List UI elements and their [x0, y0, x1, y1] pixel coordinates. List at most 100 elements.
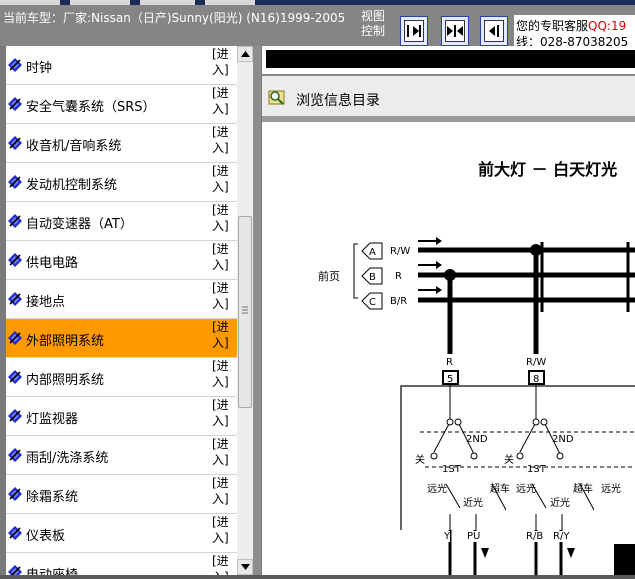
menu-item-14[interactable]: 电动座椅 [进入]: [6, 553, 237, 575]
diamond-bullet-icon: [8, 292, 22, 306]
expand-horizontal-icon: [447, 25, 463, 37]
diamond-bullet-icon: [8, 370, 22, 384]
connector-c: C: [369, 297, 376, 308]
menu-item-8[interactable]: 外部照明系统 [进入]: [6, 319, 237, 358]
menu-item-10[interactable]: 灯监视器 [进入]: [6, 397, 237, 436]
beam-label-3: 远光: [516, 482, 536, 495]
enter-link[interactable]: [进入]: [212, 319, 236, 351]
service-qq[interactable]: QQ:19: [588, 19, 626, 33]
enter-link[interactable]: [进入]: [212, 397, 236, 429]
beam-label-1: 远光: [427, 482, 447, 495]
menu-item-label: 时钟: [26, 61, 53, 76]
menu-item-12[interactable]: 除霜系统 [进入]: [6, 475, 237, 514]
menu-item-9[interactable]: 内部照明系统 [进入]: [6, 358, 237, 397]
diamond-bullet-icon: [8, 331, 22, 345]
menu-item-5[interactable]: 自动变速器（AT） [进入]: [6, 202, 237, 241]
menu-item-2[interactable]: 安全气囊系统（SRS） [进入]: [6, 85, 237, 124]
service-text: 您的专职客服: [516, 19, 589, 33]
wire-label-br: B/R: [390, 296, 407, 307]
diamond-bullet-icon: [8, 409, 22, 423]
diamond-bullet-icon: [8, 487, 22, 501]
menu-item-label: 外部照明系统: [26, 334, 105, 349]
diamond-bullet-icon: [8, 58, 22, 72]
connector-b: B: [369, 272, 376, 283]
window-top-strip: [0, 0, 635, 5]
enter-link[interactable]: [进入]: [212, 436, 236, 468]
document-viewer: 浏览信息目录 前大灯 － 白天灯光 前页 A B C R/W R B/R R R…: [262, 46, 635, 575]
menu-item-1[interactable]: 时钟 [进入]: [6, 46, 237, 85]
diamond-bullet-icon: [8, 136, 22, 150]
menu-item-7[interactable]: 接地点 [进入]: [6, 280, 237, 319]
beam-label-2: 超车: [490, 482, 510, 495]
wiring-schematic: A B C R/W R B/R R R/W 5 8 2ND 2ND 关 关 1S…: [353, 237, 635, 575]
diamond-bullet-icon: [8, 97, 22, 111]
enter-link[interactable]: [进入]: [212, 202, 236, 234]
menu-item-label: 供电电路: [26, 256, 79, 271]
low-beam-label-1: 近光: [463, 496, 483, 509]
diamond-bullet-icon: [8, 448, 22, 462]
menu-item-label: 安全气囊系统（SRS）: [26, 100, 156, 115]
wiring-diagram: 前大灯 － 白天灯光 前页 A B C R/W R B/R R R/W 5 8 …: [262, 122, 635, 575]
top-bar: 当前车型：厂家:Nissan（日产)Sunny(阳光) (N16)1999-20…: [0, 0, 635, 46]
panel-divider[interactable]: [253, 46, 261, 575]
magnifier-folder-icon: [268, 90, 285, 105]
enter-link[interactable]: [进入]: [212, 280, 236, 312]
wire-label-r: R: [395, 271, 402, 282]
beam-label-5: 远光: [601, 482, 621, 495]
nav-forward-button[interactable]: [480, 16, 508, 46]
enter-link[interactable]: [进入]: [212, 85, 236, 117]
nav-fit-button[interactable]: [441, 16, 469, 46]
connector-a: A: [369, 247, 376, 258]
top-pin-wire-r: R: [446, 357, 453, 368]
menu-item-label: 灯监视器: [26, 412, 79, 427]
step-left-icon: [489, 25, 499, 37]
system-menu-list: 时钟 [进入] 安全气囊系统（SRS） [进入] 收音机/音响系统 [进入] 发…: [6, 46, 237, 575]
scroll-up-button[interactable]: [237, 46, 253, 62]
enter-link[interactable]: [进入]: [212, 475, 236, 507]
menu-item-label: 仪表板: [26, 529, 66, 544]
switch-label-1st-left: 1ST: [442, 464, 462, 475]
enter-link[interactable]: [进入]: [212, 514, 236, 546]
enter-link[interactable]: [进入]: [212, 46, 236, 78]
low-beam-label-2: 近光: [550, 496, 570, 509]
menu-scrollbar[interactable]: [237, 46, 253, 575]
viewer-toolbar: [266, 50, 635, 68]
menu-item-13[interactable]: 仪表板 [进入]: [6, 514, 237, 553]
enter-link[interactable]: [进入]: [212, 358, 236, 390]
enter-link[interactable]: [进入]: [212, 163, 236, 195]
browse-catalog-bar[interactable]: 浏览信息目录: [262, 76, 635, 116]
diamond-bullet-icon: [8, 565, 22, 575]
scroll-thumb[interactable]: [238, 216, 252, 408]
current-car-model: 当前车型：厂家:Nissan（日产)Sunny(阳光) (N16)1999-20…: [3, 11, 346, 25]
diamond-bullet-icon: [8, 175, 22, 189]
menu-item-label: 发动机控制系统: [26, 178, 118, 193]
menu-item-6[interactable]: 供电电路 [进入]: [6, 241, 237, 280]
menu-item-label: 电动座椅: [26, 564, 78, 575]
step-right-icon: [407, 25, 421, 37]
menu-item-label: 除霜系统: [26, 490, 79, 505]
scroll-down-button[interactable]: [237, 559, 253, 575]
switch-label-1st-right: 1ST: [527, 464, 547, 475]
enter-link[interactable]: [进入]: [212, 241, 236, 273]
menu-item-4[interactable]: 发动机控制系统 [进入]: [6, 163, 237, 202]
switch-label-2nd-left: 2ND: [466, 434, 488, 445]
switch-label-off-left: 关: [415, 453, 425, 466]
top-pin-wire-rw: R/W: [526, 357, 546, 368]
view-control-label: 视图控制: [361, 9, 386, 38]
arrow-down-icon: [241, 564, 250, 570]
customer-service-box: 您的专职客服QQ:19 线：028-87038205: [514, 15, 635, 46]
menu-item-3[interactable]: 收音机/音响系统 [进入]: [6, 124, 237, 163]
enter-link[interactable]: [进入]: [212, 553, 236, 575]
nav-back-button[interactable]: [400, 16, 428, 46]
enter-link[interactable]: [进入]: [212, 124, 236, 156]
menu-item-label: 内部照明系统: [26, 373, 105, 388]
menu-item-label: 收音机/音响系统: [26, 139, 122, 154]
browse-catalog-label[interactable]: 浏览信息目录: [296, 90, 380, 110]
arrow-up-icon: [241, 51, 250, 57]
window-bottom-edge: [0, 575, 635, 579]
menu-item-11[interactable]: 雨刮/洗涤系统 [进入]: [6, 436, 237, 475]
top-pin-number-5: 5: [447, 374, 453, 385]
service-phone: 线：028-87038205: [516, 35, 629, 46]
switch-label-off-right: 关: [504, 453, 514, 466]
diamond-bullet-icon: [8, 214, 22, 228]
